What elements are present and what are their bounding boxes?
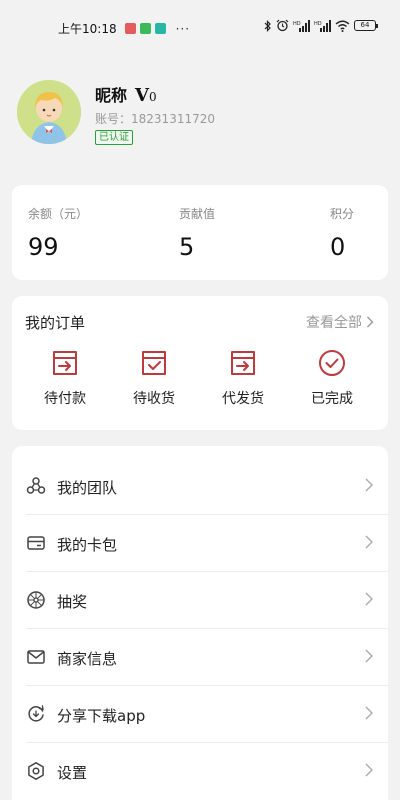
bluetooth-icon — [264, 19, 271, 32]
wifi-icon — [335, 20, 350, 32]
more-notifications-icon: ··· — [175, 21, 191, 36]
pending-payment-icon — [53, 351, 77, 375]
menu-item-lottery[interactable]: 抽奖 — [12, 572, 388, 629]
merchant-info-icon — [27, 650, 45, 664]
order-pending-shipment[interactable]: 代发货 — [203, 348, 283, 408]
vip-level-number: 0 — [148, 90, 157, 104]
chevron-right-icon — [365, 535, 373, 549]
pending-shipment-icon — [231, 351, 255, 375]
app-icon-green — [139, 23, 151, 34]
verified-badge: 已认证 — [95, 130, 133, 145]
nickname: 昵称 — [95, 86, 128, 105]
signal-icon: HD — [293, 19, 310, 32]
avatar-illustration-icon — [17, 80, 81, 144]
balance-label: 余额（元） — [28, 207, 89, 221]
pending-receipt-icon — [142, 351, 166, 375]
status-time: 上午10:18 — [58, 22, 117, 36]
battery-icon: 64 — [354, 20, 378, 31]
completed-label: 已完成 — [311, 391, 353, 407]
balance-value: 99 — [28, 233, 59, 261]
share-download-icon — [28, 705, 44, 722]
contribution-label: 贡献值 — [179, 207, 216, 221]
chevron-right-icon — [367, 316, 374, 328]
view-all-orders-link[interactable]: 查看全部 — [306, 312, 374, 332]
avatar[interactable] — [17, 80, 81, 144]
chevron-right-icon — [365, 763, 373, 777]
order-completed[interactable]: 已完成 — [292, 348, 372, 408]
menu-label-settings: 设置 — [57, 764, 88, 782]
status-bar: 上午10:18 ··· HD HD 64 — [0, 0, 400, 56]
team-icon — [26, 477, 46, 494]
menu-label-merchant-info: 商家信息 — [57, 650, 118, 668]
chevron-right-icon — [365, 592, 373, 606]
menu-item-card-wallet[interactable]: 我的卡包 — [12, 515, 388, 572]
chevron-right-icon — [365, 649, 373, 663]
menu-item-my-team[interactable]: 我的团队 — [12, 458, 388, 515]
menu-item-merchant-info[interactable]: 商家信息 — [12, 629, 388, 686]
vip-letter: V — [135, 85, 149, 106]
settings-icon — [28, 762, 44, 780]
vip-level-badge: V0 — [135, 85, 157, 106]
account-label: 账号： — [95, 112, 132, 126]
signal-icon: HD — [314, 19, 331, 32]
lottery-icon — [27, 591, 45, 609]
menu-card: 我的团队 我的卡包 抽奖 商家信息 分享下载app 设置 — [12, 446, 388, 800]
stats-card: 余额（元） 99 贡献值 5 积分 0 — [12, 185, 388, 280]
order-pending-receipt[interactable]: 待收货 — [114, 348, 194, 408]
card-wallet-icon — [27, 536, 45, 550]
menu-label-lottery: 抽奖 — [57, 593, 88, 611]
points-label: 积分 — [330, 207, 355, 221]
account-number: 18231311720 — [131, 112, 215, 126]
account-info: 账号：18231311720 — [95, 110, 215, 127]
points-value: 0 — [330, 233, 346, 261]
profile-header: 昵称 V0 账号：18231311720 已认证 — [17, 80, 387, 150]
menu-label-card-wallet: 我的卡包 — [57, 536, 118, 554]
orders-card: 我的订单 查看全部 待付款 待收货 代发货 已完成 — [12, 296, 388, 430]
contribution-value: 5 — [179, 233, 195, 261]
app-icon-teal — [154, 23, 166, 34]
menu-item-settings[interactable]: 设置 — [12, 743, 388, 800]
chevron-right-icon — [365, 706, 373, 720]
view-all-label: 查看全部 — [306, 315, 362, 331]
menu-label-share-download: 分享下载app — [57, 707, 146, 725]
app-icon-red — [124, 23, 136, 34]
svg-text:HD: HD — [293, 21, 301, 27]
pending-payment-label: 待付款 — [44, 391, 86, 407]
menu-label-my-team: 我的团队 — [57, 479, 118, 497]
pending-shipment-label: 代发货 — [222, 391, 264, 407]
pending-receipt-label: 待收货 — [133, 391, 175, 407]
svg-text:HD: HD — [314, 21, 322, 27]
orders-title: 我的订单 — [25, 314, 86, 332]
order-pending-payment[interactable]: 待付款 — [25, 348, 105, 408]
completed-icon — [319, 350, 345, 376]
menu-item-share-download[interactable]: 分享下载app — [12, 686, 388, 743]
alarm-icon — [276, 19, 289, 32]
chevron-right-icon — [365, 478, 373, 492]
